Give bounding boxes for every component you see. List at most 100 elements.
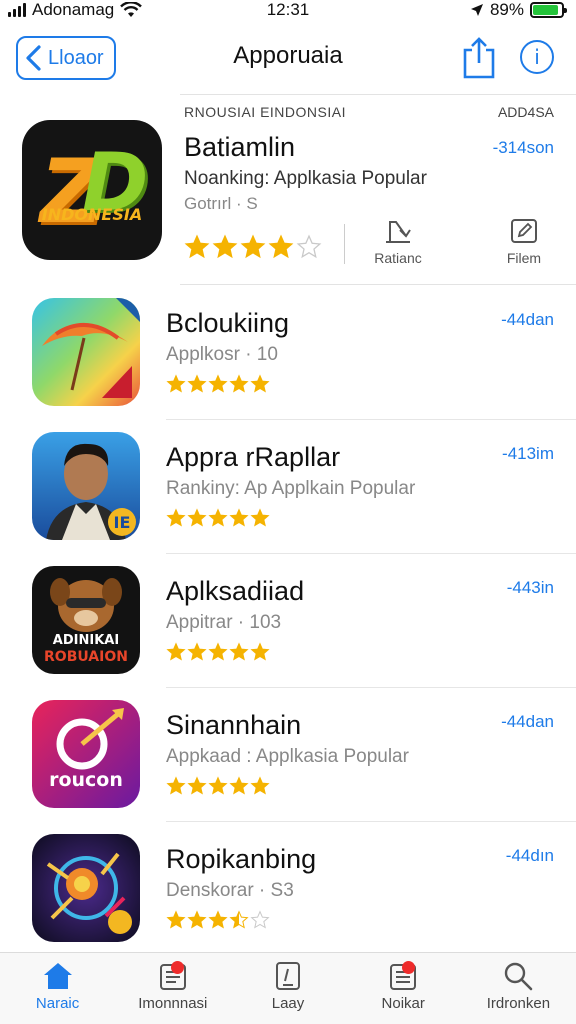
info-icon: i <box>534 45 540 69</box>
star-rating <box>166 776 270 796</box>
price-button[interactable]: -413im <box>502 444 554 464</box>
star-icon <box>229 776 249 795</box>
tab-label: Noikar <box>381 995 425 1012</box>
arrows-orb-icon <box>32 834 140 942</box>
star-icon <box>250 508 270 527</box>
navigation-bar: Lloaor Apporuaia i <box>0 28 576 90</box>
edit-button[interactable]: Filem <box>484 218 564 266</box>
star-icon <box>166 374 186 393</box>
note-icon <box>276 962 300 990</box>
star-icon <box>184 234 210 259</box>
svg-text:IE: IE <box>114 513 131 532</box>
price-button[interactable]: -44dın <box>506 846 554 866</box>
share-button[interactable] <box>458 36 500 80</box>
info-button[interactable]: i <box>520 40 554 74</box>
featured-app[interactable]: RNOUSIAI EINDONSIAI ADD4SA Z D INDONESIA… <box>0 94 576 286</box>
list-item[interactable]: Bcloukiing Applkosr · 10 -44dan <box>0 286 576 420</box>
tab-notifications[interactable]: Noikar <box>346 953 461 1024</box>
cartoon-dog-icon: ADINIKAI ROBUAION <box>32 566 140 674</box>
star-icon <box>208 910 228 929</box>
star-icon <box>208 776 228 795</box>
tab-home[interactable]: Naraic <box>0 953 115 1024</box>
status-right: 89% <box>470 0 567 20</box>
tab-library[interactable]: Laay <box>230 953 345 1024</box>
share-arrow-icon <box>386 221 411 243</box>
tab-search[interactable]: Irdronken <box>461 953 576 1024</box>
featured-header: RNOUSIAI EINDONSIAI <box>184 104 346 120</box>
app-icon[interactable]: ADINIKAI ROBUAION <box>32 566 140 674</box>
star-rating <box>166 910 270 930</box>
app-name: Appra rRapllar <box>166 442 341 472</box>
price-button[interactable]: -443in <box>507 578 554 598</box>
list-item[interactable]: roucon Sinannhain Appkaad : Applkasia Po… <box>0 688 576 822</box>
featured-app-subtitle: Noanking: Applkasia Popular <box>184 168 427 189</box>
star-rating <box>166 374 270 394</box>
logo-word: INDONESIA <box>41 205 143 224</box>
star-icon <box>166 642 186 661</box>
tab-label: Imonnnasi <box>138 995 208 1012</box>
star-icon <box>250 910 270 929</box>
star-icon <box>208 642 228 661</box>
app-subtitle: Appkaad : Applkasia Popular <box>166 746 409 767</box>
status-bar: Adonamag 12:31 89% <box>0 0 576 24</box>
star-icon <box>229 508 249 527</box>
battery-percent: 89% <box>489 0 524 19</box>
app-icon[interactable]: roucon <box>32 700 140 808</box>
star-icon <box>250 776 270 795</box>
list-item[interactable]: Ropikanbing Denskorar · S3 -44dın <box>0 822 576 956</box>
price-button[interactable]: -44dan <box>501 310 554 330</box>
edit-icon <box>511 219 537 243</box>
list-item[interactable]: ADINIKAI ROBUAION Aplksadiiad Appitrar ·… <box>0 554 576 688</box>
featured-app-meta: Gotrırl · S <box>184 194 258 213</box>
star-icon <box>166 508 186 527</box>
star-icon <box>268 234 294 259</box>
home-icon <box>43 963 72 989</box>
app-name: Sinannhain <box>166 710 302 740</box>
star-icon <box>250 374 270 393</box>
app-icon[interactable]: IE <box>32 432 140 540</box>
star-icon <box>166 776 186 795</box>
search-icon <box>505 962 533 991</box>
tab-label: Irdronken <box>486 995 551 1012</box>
umbrella-game-icon <box>32 298 140 406</box>
price-button[interactable]: -44dan <box>501 712 554 732</box>
app-subtitle: Rankiny: Ap Applkain Popular <box>166 478 416 499</box>
icon-word: ROBUAION <box>44 649 128 665</box>
star-icon <box>229 374 249 393</box>
divider <box>344 224 345 264</box>
star-icon <box>229 642 249 661</box>
star-icon <box>187 910 207 929</box>
app-subtitle: Applkosr · 10 <box>166 344 278 365</box>
star-icon <box>240 234 266 259</box>
portrait-icon: IE <box>32 432 140 540</box>
share-icon <box>463 37 495 79</box>
tab-bar: Naraic Imonnnasi Laay Noikar Irdronken <box>0 952 576 1024</box>
app-subtitle: Denskorar · S3 <box>166 880 294 901</box>
rate-button[interactable]: Ratianc <box>358 218 438 266</box>
star-rating <box>166 642 270 662</box>
star-icon <box>296 234 322 259</box>
star-icon <box>208 508 228 527</box>
star-icon <box>187 642 207 661</box>
list-item[interactable]: IE Appra rRapllar Rankiny: Ap Applkain P… <box>0 420 576 554</box>
tab-label: Laay <box>271 995 305 1012</box>
star-icon <box>187 374 207 393</box>
divider <box>180 284 576 285</box>
icon-word: roucon <box>49 769 123 791</box>
featured-header-right: ADD4SA <box>497 104 554 120</box>
featured-app-name: Batiamlin <box>184 132 296 162</box>
app-name: Ropikanbing <box>166 844 317 874</box>
star-icon <box>187 508 207 527</box>
featured-price-button[interactable]: -314son <box>493 138 554 158</box>
tab-label: Naraic <box>35 995 80 1012</box>
target-arrow-icon: roucon <box>32 700 140 808</box>
app-name: Bcloukiing <box>166 308 290 338</box>
app-icon[interactable] <box>32 298 140 406</box>
star-icon <box>208 374 228 393</box>
icon-word: ADINIKAI <box>53 633 119 648</box>
app-subtitle: Appitrar · 103 <box>166 612 282 633</box>
app-icon[interactable] <box>32 834 140 942</box>
featured-app-icon[interactable]: Z D INDONESIA <box>22 120 162 260</box>
action-label: Ratianc <box>374 250 422 266</box>
tab-information[interactable]: Imonnnasi <box>115 953 230 1024</box>
